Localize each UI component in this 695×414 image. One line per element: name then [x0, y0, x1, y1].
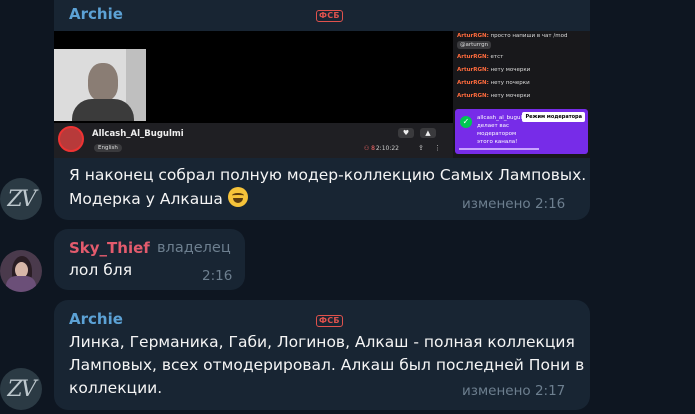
- avatar[interactable]: ZV: [0, 178, 42, 220]
- chat-line: ArturRGN: нету мочерки: [457, 93, 531, 99]
- stream-video: [54, 31, 453, 123]
- message-text: лол бля: [69, 261, 133, 279]
- more-icon: ⋮: [434, 144, 441, 152]
- admin-badge: ФСБ: [316, 315, 343, 327]
- channel-name: Allcash_Al_Bugulmi: [92, 129, 184, 139]
- channel-avatar: [58, 126, 84, 152]
- message-timestamp: изменено 2:17: [462, 383, 566, 399]
- language-tag: English: [94, 144, 122, 152]
- chat-line: ArturRGN: нету мочерки: [457, 67, 531, 73]
- bell-icon: ▲: [420, 128, 436, 138]
- chat-line: ArturRGN: нету почерки: [457, 80, 530, 86]
- avatar[interactable]: [0, 250, 42, 292]
- message-timestamp: изменено 2:16: [462, 196, 566, 212]
- admin-badge: ФСБ: [316, 10, 343, 22]
- check-icon: ✓: [460, 116, 472, 128]
- chat-line: ArturRGN: просто напиши в чат /mod: [457, 33, 568, 39]
- progress-bar: [459, 148, 539, 150]
- viewer-count: ⚇ 8: [363, 145, 375, 152]
- avatar[interactable]: ZV: [0, 368, 42, 410]
- mod-notice-text: allcash_al_bugulmi делает вас модераторо…: [477, 115, 529, 145]
- moderator-mode-button: Режим модератора: [522, 112, 585, 122]
- mod-notice: ✓ allcash_al_bugulmi делает вас модерато…: [455, 109, 588, 154]
- author-name[interactable]: Archie: [69, 5, 123, 23]
- author-name[interactable]: Sky_Thief: [69, 239, 150, 257]
- role-label: владелец: [157, 240, 231, 256]
- webcam-feed: [54, 49, 146, 121]
- uptime: 2:10:22: [375, 145, 399, 152]
- message-timestamp: 2:16: [202, 268, 233, 284]
- stream-chat: ArturRGN: просто напиши в чат /mod @artu…: [453, 31, 590, 158]
- chat-line: ArturRGN: етст: [457, 54, 504, 60]
- stream-info-bar: Allcash_Al_Bugulmi English ♥ ▲ ⚇ 8 2:10:…: [54, 123, 453, 158]
- embedded-screenshot[interactable]: Allcash_Al_Bugulmi English ♥ ▲ ⚇ 8 2:10:…: [54, 31, 590, 158]
- chat-mention: @arturrgn: [457, 41, 492, 49]
- grinning-face-icon: [227, 187, 248, 207]
- author-name[interactable]: Archie: [69, 310, 123, 328]
- share-icon: ⇪: [418, 144, 424, 152]
- heart-icon: ♥: [398, 128, 414, 138]
